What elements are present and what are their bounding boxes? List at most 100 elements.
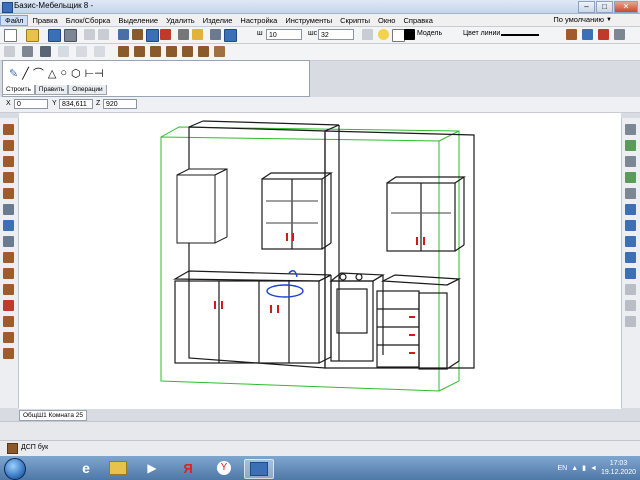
cut-icon[interactable] bbox=[3, 204, 14, 215]
fit-view-icon[interactable] bbox=[94, 46, 105, 57]
open-folder-icon[interactable] bbox=[26, 29, 39, 42]
line-width-field[interactable]: 10 bbox=[266, 29, 302, 40]
bazis-app-icon[interactable] bbox=[244, 459, 274, 479]
tab-edit[interactable]: Править bbox=[34, 85, 69, 95]
show-icon[interactable] bbox=[625, 300, 636, 311]
menu-help[interactable]: Справка bbox=[399, 16, 436, 25]
polyline-icon[interactable]: ⌒ bbox=[33, 65, 44, 81]
scissors-icon[interactable] bbox=[566, 29, 577, 40]
media-player-icon[interactable]: ▶ bbox=[138, 459, 166, 477]
minimize-button[interactable]: – bbox=[578, 1, 595, 13]
tab-operations[interactable]: Операции bbox=[68, 85, 107, 95]
box-icon[interactable] bbox=[3, 348, 14, 359]
menu-selection[interactable]: Выделение bbox=[114, 16, 162, 25]
explorer-icon[interactable] bbox=[104, 459, 132, 477]
new-file-icon[interactable] bbox=[4, 29, 17, 42]
copy-icon[interactable] bbox=[582, 29, 593, 40]
lasso-icon[interactable]: ✎ bbox=[9, 67, 18, 80]
circle-icon[interactable]: ○ bbox=[60, 67, 67, 79]
panel-tool-icon[interactable] bbox=[3, 124, 14, 135]
tray-arrow-icon[interactable]: ▲ bbox=[571, 465, 578, 472]
shelf-icon[interactable] bbox=[3, 156, 14, 167]
menu-settings[interactable]: Настройка bbox=[236, 16, 281, 25]
y-field[interactable]: 834,611 bbox=[59, 99, 93, 109]
yandex-icon[interactable]: Я bbox=[174, 459, 202, 477]
back-panel-icon[interactable] bbox=[3, 140, 14, 151]
ie-icon[interactable]: e bbox=[72, 459, 100, 477]
profile-icon[interactable] bbox=[3, 252, 14, 263]
undo-icon[interactable] bbox=[84, 29, 95, 40]
layer-2-icon[interactable] bbox=[625, 220, 636, 231]
light-bulb-icon[interactable] bbox=[378, 29, 389, 40]
facade-icon[interactable] bbox=[3, 316, 14, 327]
menu-window[interactable]: Окно bbox=[374, 16, 399, 25]
yandex-browser-icon[interactable]: Y bbox=[210, 459, 238, 477]
layer-3-icon[interactable] bbox=[625, 236, 636, 247]
language-indicator[interactable]: EN bbox=[557, 465, 567, 472]
view-back-icon[interactable] bbox=[625, 140, 636, 151]
z-field[interactable]: 920 bbox=[103, 99, 137, 109]
mirror-icon[interactable] bbox=[3, 220, 14, 231]
layer-5-icon[interactable] bbox=[625, 268, 636, 279]
pointer-icon[interactable] bbox=[118, 29, 129, 40]
cone-icon[interactable] bbox=[3, 332, 14, 343]
cursor-icon[interactable] bbox=[4, 46, 15, 57]
volume-icon[interactable]: ◄ bbox=[590, 465, 597, 472]
layer-4-icon[interactable] bbox=[625, 252, 636, 263]
x-field[interactable]: 0 bbox=[14, 99, 48, 109]
view-frame-icon[interactable] bbox=[224, 29, 237, 42]
array-icon[interactable] bbox=[3, 236, 14, 247]
drawer-icon[interactable] bbox=[3, 172, 14, 183]
dimension-icon[interactable]: ⊢⊣ bbox=[85, 67, 104, 80]
delete-icon[interactable] bbox=[598, 29, 609, 40]
grid-icon[interactable] bbox=[22, 46, 33, 57]
box-side-icon[interactable] bbox=[134, 46, 145, 57]
bend-icon[interactable] bbox=[3, 284, 14, 295]
line-style-preview[interactable] bbox=[501, 34, 539, 36]
grid-step-field[interactable]: 32 bbox=[318, 29, 354, 40]
view-preset-select[interactable]: По умолчанию ▼ bbox=[553, 15, 612, 24]
box-front-icon[interactable] bbox=[118, 46, 129, 57]
layer-1-icon[interactable] bbox=[625, 204, 636, 215]
isolate-icon[interactable] bbox=[625, 316, 636, 327]
view-right-icon[interactable] bbox=[625, 172, 636, 183]
menu-block[interactable]: Блок/Сборка bbox=[62, 16, 115, 25]
menu-product[interactable]: Изделие bbox=[199, 16, 237, 25]
menu-file[interactable]: Файл bbox=[0, 14, 29, 26]
hide-icon[interactable] bbox=[625, 284, 636, 295]
magnet-icon[interactable] bbox=[160, 29, 171, 40]
box-wire-icon[interactable] bbox=[182, 46, 193, 57]
box-texture-icon[interactable] bbox=[214, 46, 225, 57]
document-tab[interactable]: ОбщШ1 Комната 25 bbox=[19, 410, 87, 421]
settings-icon[interactable] bbox=[614, 29, 625, 40]
triangle-icon[interactable]: △ bbox=[48, 67, 56, 80]
line-icon[interactable]: ╱ bbox=[22, 67, 29, 80]
model-viewport[interactable] bbox=[19, 113, 621, 409]
arc-panel-icon[interactable] bbox=[3, 188, 14, 199]
menu-edit[interactable]: Правка bbox=[28, 16, 61, 25]
horizontal-scrollbar[interactable] bbox=[0, 421, 640, 440]
rotate-icon[interactable] bbox=[76, 46, 87, 57]
panel-icon[interactable] bbox=[132, 29, 143, 40]
hexagon-icon[interactable]: ⬡ bbox=[71, 67, 81, 80]
menu-delete[interactable]: Удалить bbox=[162, 16, 199, 25]
box-top-icon[interactable] bbox=[150, 46, 161, 57]
maximize-button[interactable]: □ bbox=[596, 1, 613, 13]
line-color-label[interactable]: Цвет линии bbox=[463, 30, 500, 37]
view-left-icon[interactable] bbox=[625, 156, 636, 167]
box-shaded-icon[interactable] bbox=[198, 46, 209, 57]
select-frame-icon[interactable] bbox=[146, 29, 159, 42]
save-icon[interactable] bbox=[48, 29, 61, 42]
extrude-icon[interactable] bbox=[3, 268, 14, 279]
fitting-icon[interactable] bbox=[3, 300, 14, 311]
color-swatch-black[interactable] bbox=[404, 29, 415, 40]
box-iso-icon[interactable] bbox=[166, 46, 177, 57]
start-button[interactable] bbox=[4, 458, 26, 480]
view-front-icon[interactable] bbox=[625, 124, 636, 135]
close-button[interactable]: ✕ bbox=[614, 1, 638, 13]
pan-icon[interactable] bbox=[58, 46, 69, 57]
menu-scripts[interactable]: Скрипты bbox=[336, 16, 374, 25]
redo-icon[interactable] bbox=[98, 29, 109, 40]
ruler-icon[interactable] bbox=[178, 29, 189, 40]
color-mode-select[interactable]: Модель bbox=[417, 30, 442, 37]
